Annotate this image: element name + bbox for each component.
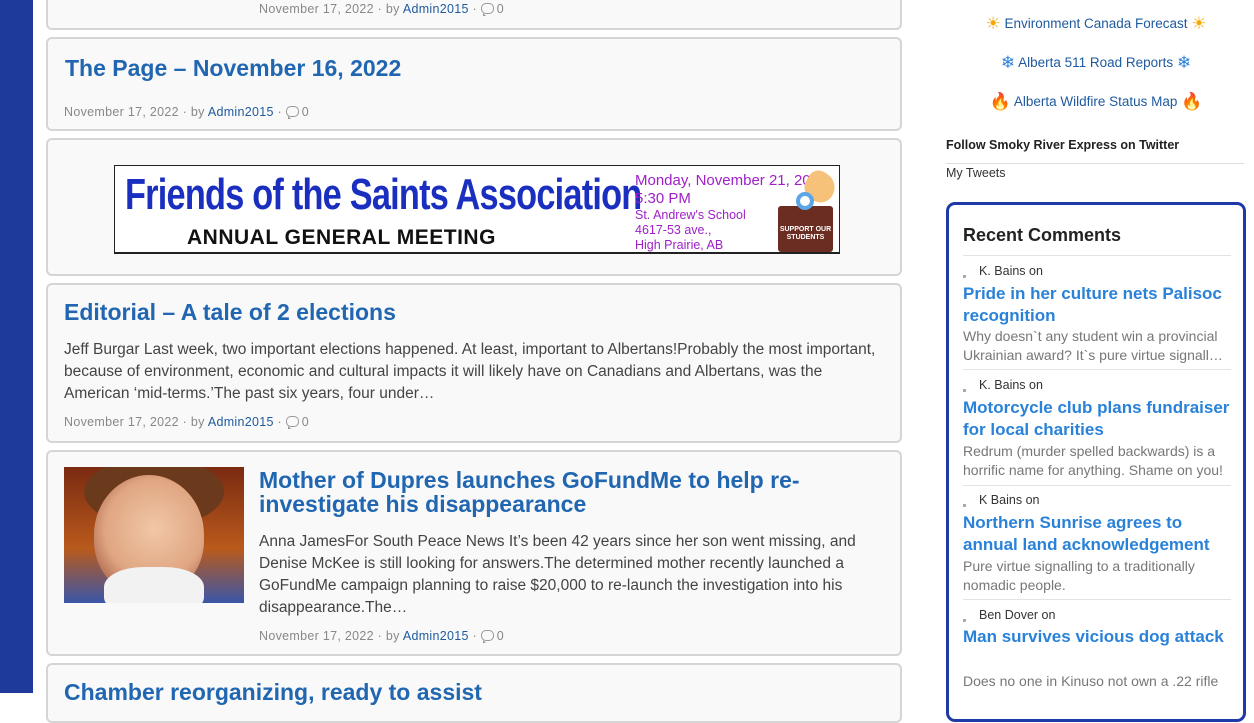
ballot-text: SUPPORT OUR STUDENTS — [779, 226, 832, 241]
bullet-icon — [963, 619, 966, 622]
post-thumbnail[interactable] — [64, 467, 244, 603]
bullet-icon — [963, 275, 966, 278]
comment-post-link[interactable]: Northern Sunrise agrees to annual land a… — [963, 512, 1233, 556]
comment-count[interactable]: 0 — [302, 105, 309, 119]
fire-icon: 🔥 — [1181, 92, 1203, 111]
heart-icon — [796, 192, 814, 210]
post-card-the-page: The Page – November 16, 2022 November 17… — [46, 37, 902, 131]
divider — [963, 599, 1231, 600]
post-date: November 17, 2022 — [64, 105, 179, 119]
comment-count[interactable]: 0 — [497, 629, 504, 643]
ad-subtitle: ANNUAL GENERAL MEETING — [187, 226, 496, 249]
sidebar-link-weather[interactable]: ☀ Environment Canada Forecast ☀ — [946, 14, 1246, 34]
comment-author-name: K Bains — [979, 493, 1023, 507]
comment-icon — [480, 630, 494, 643]
ad-venue: St. Andrew's School — [635, 208, 746, 222]
post-title-link[interactable]: Chamber reorganizing, ready to assist — [64, 679, 482, 705]
post-meta: November 17, 2022 · by Admin2015 · 0 — [259, 629, 505, 643]
post-by: · by — [182, 415, 205, 429]
ad-date: Monday, November 21, 2022 — [635, 172, 828, 189]
post-date: November 17, 2022 — [259, 2, 374, 16]
comment-icon — [285, 106, 299, 119]
fire-icon: 🔥 — [989, 92, 1011, 111]
divider — [963, 485, 1231, 486]
divider — [963, 369, 1231, 370]
sidebar-link-roads[interactable]: ❄ Alberta 511 Road Reports ❄ — [946, 53, 1246, 73]
post-date: November 17, 2022 — [64, 415, 179, 429]
post-author-link[interactable]: Admin2015 — [208, 415, 274, 429]
post-author-link[interactable]: Admin2015 — [403, 629, 469, 643]
comment-snippet: Pure virtue signalling to a traditionall… — [963, 558, 1195, 593]
comment-post-link[interactable]: Man survives vicious dog attack — [963, 626, 1233, 648]
comment-author-name: K. Bains — [979, 378, 1026, 392]
divider — [963, 255, 1231, 256]
post-author-link[interactable]: Admin2015 — [208, 105, 274, 119]
post-card-chamber: Chamber reorganizing, ready to assist — [46, 663, 902, 723]
comment-icon — [480, 3, 494, 16]
post-meta: November 17, 2022 · by Admin2015 · 0 — [64, 105, 310, 119]
post-card-previous: November 17, 2022 · by Admin2015 · 0 — [46, 0, 902, 30]
recent-comments-title: Recent Comments — [963, 225, 1122, 245]
comment-on: on — [1029, 378, 1043, 392]
comment-snippet: Why doesn`t any student win a provincial… — [963, 328, 1223, 363]
comment-post-link[interactable]: Motorcycle club plans fundraiser for loc… — [963, 397, 1233, 441]
sun-icon: ☀ — [985, 14, 1001, 33]
twitter-follow-heading: Follow Smoky River Express on Twitter — [946, 138, 1180, 152]
post-by: · by — [377, 629, 400, 643]
sidebar-link-label[interactable]: Environment Canada Forecast — [1004, 16, 1187, 31]
ad-card: Friends of the Saints Association ANNUAL… — [46, 138, 902, 276]
left-edge-bar — [0, 0, 33, 693]
ballot-box-icon: SUPPORT OUR STUDENTS — [778, 192, 833, 252]
my-tweets-link[interactable]: My Tweets — [946, 163, 1244, 180]
ad-address: St. Andrew's School 4617-53 ave., High P… — [635, 208, 746, 252]
ad-street: 4617-53 ave., — [635, 223, 712, 237]
post-by: · by — [377, 2, 400, 16]
bullet-icon — [963, 389, 966, 392]
ad-title: Friends of the Saints Association — [125, 170, 642, 219]
thumbnail-collar — [104, 567, 204, 603]
comment-author: K. Bains on — [963, 378, 1043, 392]
snowflake-icon: ❄ — [1000, 53, 1016, 72]
comment-count[interactable]: 0 — [497, 2, 504, 16]
post-excerpt: Jeff Burgar Last week, two important ele… — [64, 341, 876, 402]
ad-city: High Prairie, AB — [635, 238, 724, 252]
comment-icon — [285, 416, 299, 429]
post-excerpt: Anna JamesFor South Peace News It’s been… — [259, 533, 856, 616]
post-author-link[interactable]: Admin2015 — [403, 2, 469, 16]
post-title-link[interactable]: Editorial – A tale of 2 elections — [64, 299, 396, 325]
sidebar-link-label[interactable]: Alberta 511 Road Reports — [1018, 55, 1173, 70]
comment-count[interactable]: 0 — [302, 415, 309, 429]
comment-author: Ben Dover on — [963, 608, 1055, 622]
comment-author: K. Bains on — [963, 264, 1043, 278]
bullet-icon — [963, 504, 966, 507]
comment-snippet: Does no one in Kinuso not own a .22 rifl… — [963, 673, 1219, 689]
comment-snippet: Redrum (murder spelled backwards) is a h… — [963, 443, 1223, 478]
post-meta: November 17, 2022 · by Admin2015 · 0 — [64, 415, 310, 429]
comment-post-link[interactable]: Pride in her culture nets Palisoc recogn… — [963, 283, 1233, 327]
post-title-link[interactable]: Mother of Dupres launches GoFundMe to he… — [259, 468, 879, 516]
comment-on: on — [1025, 493, 1040, 507]
snowflake-icon: ❄ — [1176, 53, 1192, 72]
sidebar-link-label[interactable]: Alberta Wildfire Status Map — [1014, 94, 1178, 109]
recent-comments-widget: Recent Comments K. Bains on Pride in her… — [946, 202, 1246, 722]
post-card-editorial: Editorial – A tale of 2 elections Jeff B… — [46, 283, 902, 443]
comment-author: K Bains on — [963, 493, 1039, 507]
comment-author-name: Ben Dover — [979, 608, 1039, 622]
ad-banner[interactable]: Friends of the Saints Association ANNUAL… — [114, 165, 840, 254]
post-date: November 17, 2022 — [259, 629, 374, 643]
post-by: · by — [182, 105, 205, 119]
comment-author-name: K. Bains — [979, 264, 1026, 278]
comment-on: on — [1029, 264, 1043, 278]
comment-on: on — [1041, 608, 1056, 622]
sun-icon: ☀ — [1191, 14, 1207, 33]
sidebar-link-wildfire[interactable]: 🔥 Alberta Wildfire Status Map 🔥 — [946, 92, 1246, 112]
post-title-link[interactable]: The Page – November 16, 2022 — [65, 55, 401, 81]
post-card-mother-dupres: Mother of Dupres launches GoFundMe to he… — [46, 450, 902, 656]
post-meta: November 17, 2022 · by Admin2015 · 0 — [259, 2, 505, 16]
